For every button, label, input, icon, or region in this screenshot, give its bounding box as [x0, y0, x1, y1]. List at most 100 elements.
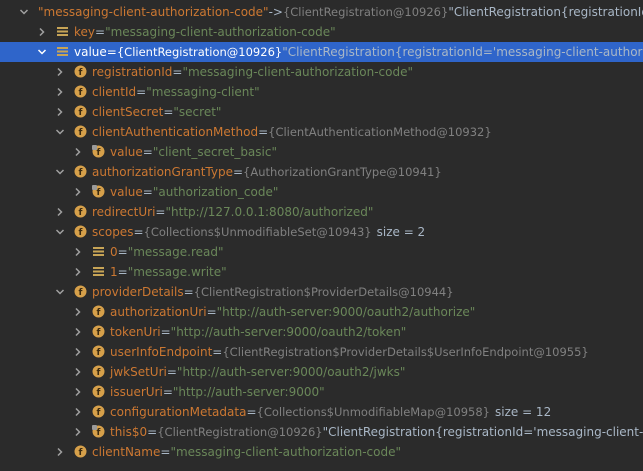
assignment-operator: = [142, 145, 153, 159]
object-to-string: "ClientRegistration{registrationId='mess… [322, 425, 643, 439]
string-value: "http://auth-server:9000/oauth2/authoriz… [216, 305, 476, 319]
final-field-icon: f [92, 185, 105, 198]
tree-row[interactable]: 1 = "message.write" [0, 262, 643, 282]
expand-arrow-icon[interactable] [72, 386, 84, 398]
row-text: 1 = "message.write" [110, 264, 227, 280]
collapse-arrow-icon[interactable] [18, 6, 30, 18]
variable-name: authorizationGrantType [92, 165, 233, 179]
expand-arrow-icon[interactable] [72, 326, 84, 338]
expand-arrow-icon[interactable] [54, 206, 66, 218]
assignment-operator: = [142, 185, 153, 199]
expand-arrow-icon[interactable] [72, 186, 84, 198]
string-value: "messaging-client-authorization-code" [170, 445, 401, 459]
string-value: "http://auth-server:9000/oauth2/token" [170, 325, 407, 339]
list-field-icon [92, 265, 105, 278]
tree-row[interactable]: f redirectUri = "http://127.0.0.1:8080/au… [0, 202, 643, 222]
tree-row[interactable]: f value = "client_secret_basic" [0, 142, 643, 162]
field-icon: f [74, 65, 87, 78]
expand-arrow-icon[interactable] [36, 26, 48, 38]
tree-row[interactable]: 0 = "message.read" [0, 242, 643, 262]
tree-row[interactable]: value = {ClientRegistration@10926} "Clie… [0, 42, 643, 62]
assignment-operator: = [162, 385, 173, 399]
collapse-arrow-icon[interactable] [54, 166, 66, 178]
expand-arrow-icon[interactable] [54, 106, 66, 118]
row-text: registrationId = "messaging-client-autho… [92, 64, 413, 80]
tree-row[interactable]: f clientId = "messaging-client" [0, 82, 643, 102]
variable-name: this$0 [110, 425, 148, 439]
tree-row[interactable]: f userInfoEndpoint = {ClientRegistration$… [0, 342, 643, 362]
string-value: "client_secret_basic" [152, 145, 277, 159]
tree-row[interactable]: f clientAuthenticationMethod = {ClientAut… [0, 122, 643, 142]
expand-arrow-icon[interactable] [72, 306, 84, 318]
variable-name: providerDetails [92, 285, 184, 299]
tree-row[interactable]: f clientName = "messaging-client-authoriz… [0, 442, 643, 462]
row-text: 0 = "message.read" [110, 244, 224, 260]
expand-arrow-icon[interactable] [54, 86, 66, 98]
tree-row[interactable]: f value = "authorization_code" [0, 182, 643, 202]
object-to-string: "ClientRegistration{registrationId='mess… [282, 45, 643, 59]
variable-name: jwkSetUri [110, 365, 167, 379]
field-icon: f [74, 445, 87, 458]
expand-arrow-icon[interactable] [72, 266, 84, 278]
tree-row[interactable]: f clientSecret = "secret" [0, 102, 643, 122]
field-icon: f [92, 365, 105, 378]
tree-row[interactable]: key = "messaging-client-authorization-co… [0, 22, 643, 42]
field-icon: f [74, 125, 87, 138]
string-value: "message.write" [127, 265, 227, 279]
tree-row[interactable]: "messaging-client-authorization-code" ->… [0, 2, 643, 22]
tree-row[interactable]: f providerDetails = {ClientRegistration$P… [0, 282, 643, 302]
field-icon: f [74, 105, 87, 118]
tree-row[interactable]: f configurationMetadata = {Collections$Un… [0, 402, 643, 422]
collapse-arrow-icon[interactable] [36, 46, 48, 58]
tree-row[interactable]: f authorizationGrantType = {Authorization… [0, 162, 643, 182]
variable-name: tokenUri [110, 325, 161, 339]
string-value: "http://auth-server:9000" [172, 385, 325, 399]
variable-name: registrationId [92, 65, 173, 79]
tree-row[interactable]: f registrationId = "messaging-client-auth… [0, 62, 643, 82]
variable-name: userInfoEndpoint [110, 345, 213, 359]
field-icon: f [92, 325, 105, 338]
expand-arrow-icon[interactable] [72, 346, 84, 358]
assignment-operator: = [117, 265, 128, 279]
field-icon: f [74, 285, 87, 298]
expand-arrow-icon[interactable] [72, 246, 84, 258]
field-icon: f [92, 385, 105, 398]
string-value: "http://127.0.0.1:8080/authorized" [165, 205, 374, 219]
svg-text:f: f [97, 368, 101, 378]
svg-text:f: f [79, 208, 83, 218]
collapse-arrow-icon[interactable] [54, 286, 66, 298]
assignment-operator: = [106, 45, 117, 59]
field-icon: f [92, 345, 105, 358]
expand-arrow-icon[interactable] [72, 146, 84, 158]
expand-arrow-icon[interactable] [72, 366, 84, 378]
tree-row[interactable]: f this$0 = {ClientRegistration@10926} "Cl… [0, 422, 643, 442]
string-value: "messaging-client-authorization-code" [182, 65, 414, 79]
tree-row[interactable]: f tokenUri = "http://auth-server:9000/oau… [0, 322, 643, 342]
tree-row[interactable]: f issuerUri = "http://auth-server:9000" [0, 382, 643, 402]
tree-row[interactable]: f jwkSetUri = "http://auth-server:9000/oa… [0, 362, 643, 382]
object-type: {Collections$UnmodifiableMap@10958} [256, 405, 490, 419]
svg-text:f: f [97, 328, 101, 338]
collapse-arrow-icon[interactable] [54, 126, 66, 138]
assignment-operator: = [166, 365, 177, 379]
assignment-operator: = [95, 25, 106, 39]
expand-arrow-icon[interactable] [54, 66, 66, 78]
assignment-operator: = [232, 165, 244, 179]
tree-row[interactable]: f authorizationUri = "http://auth-server:… [0, 302, 643, 322]
expand-arrow-icon[interactable] [54, 446, 66, 458]
collapse-arrow-icon[interactable] [54, 226, 66, 238]
variable-name: authorizationUri [110, 305, 207, 319]
tree-row[interactable]: f scopes = {Collections$UnmodifiableSet@1… [0, 222, 643, 242]
row-text: value = {ClientRegistration@10926} "Clie… [74, 44, 643, 60]
expand-arrow-icon[interactable] [72, 406, 84, 418]
string-value: "secret" [173, 105, 222, 119]
expand-arrow-icon[interactable] [72, 426, 84, 438]
string-value: "messaging-client" [146, 85, 260, 99]
variable-name: clientAuthenticationMethod [92, 125, 259, 139]
row-text: key = "messaging-client-authorization-co… [74, 24, 336, 40]
assignment-operator: = [172, 65, 183, 79]
row-text: jwkSetUri = "http://auth-server:9000/oau… [110, 364, 405, 380]
string-value: "authorization_code" [152, 185, 279, 199]
final-field-icon: f [92, 425, 105, 438]
final-field-icon: f [92, 145, 105, 158]
